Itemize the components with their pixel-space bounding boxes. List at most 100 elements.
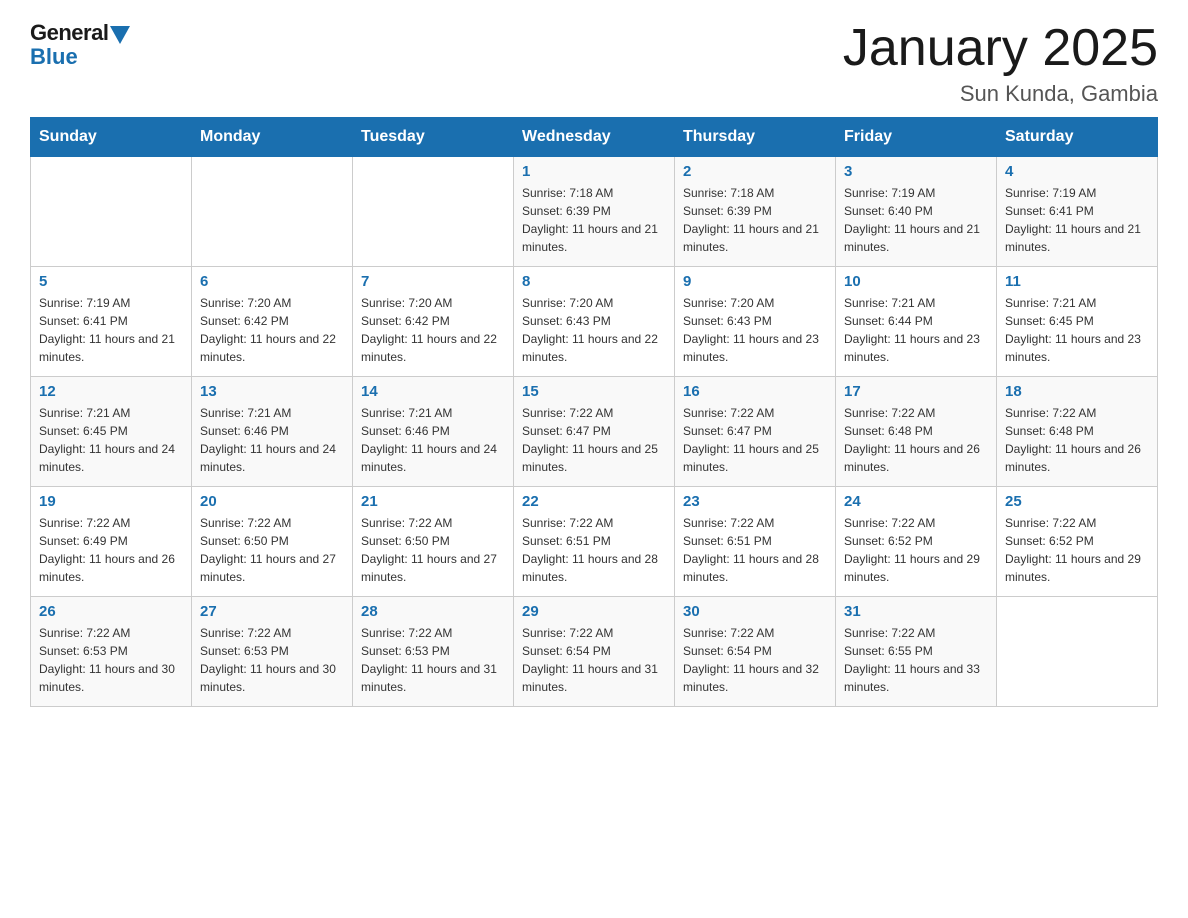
day-info: Sunrise: 7:18 AM Sunset: 6:39 PM Dayligh… xyxy=(522,184,666,256)
calendar-cell: 20Sunrise: 7:22 AM Sunset: 6:50 PM Dayli… xyxy=(192,487,353,597)
day-number: 19 xyxy=(39,493,183,510)
day-info: Sunrise: 7:22 AM Sunset: 6:48 PM Dayligh… xyxy=(1005,404,1149,476)
day-number: 9 xyxy=(683,273,827,290)
day-info: Sunrise: 7:22 AM Sunset: 6:50 PM Dayligh… xyxy=(200,514,344,586)
calendar-week-row: 5 Sunrise: 7:19 AM Sunset: 6:41 PM Daylig… xyxy=(31,267,1158,377)
day-info: Sunrise: 7:22 AM Sunset: 6:52 PM Dayligh… xyxy=(1005,514,1149,586)
calendar-cell: 17 Sunrise: 7:22 AM Sunset: 6:48 PM Dayli… xyxy=(836,377,997,487)
calendar-title: January 2025 xyxy=(843,20,1158,77)
day-info: Sunrise: 7:21 AM Sunset: 6:46 PM Dayligh… xyxy=(361,404,505,476)
calendar-cell: 16 Sunrise: 7:22 AM Sunset: 6:47 PM Dayli… xyxy=(675,377,836,487)
day-number: 5 xyxy=(39,273,183,290)
day-number: 28 xyxy=(361,603,505,620)
calendar-cell: 19Sunrise: 7:22 AM Sunset: 6:49 PM Dayli… xyxy=(31,487,192,597)
day-number: 15 xyxy=(522,383,666,400)
calendar-cell: 11Sunrise: 7:21 AM Sunset: 6:45 PM Dayli… xyxy=(997,267,1158,377)
calendar-cell: 21 Sunrise: 7:22 AM Sunset: 6:50 PM Dayli… xyxy=(353,487,514,597)
day-info: Sunrise: 7:19 AM Sunset: 6:40 PM Dayligh… xyxy=(844,184,988,256)
day-number: 23 xyxy=(683,493,827,510)
day-info: Sunrise: 7:21 AM Sunset: 6:45 PM Dayligh… xyxy=(1005,294,1149,366)
day-number: 8 xyxy=(522,273,666,290)
day-info: Sunrise: 7:22 AM Sunset: 6:52 PM Dayligh… xyxy=(844,514,988,586)
calendar-cell: 27Sunrise: 7:22 AM Sunset: 6:53 PM Dayli… xyxy=(192,597,353,707)
logo-triangle-icon xyxy=(110,26,130,44)
calendar-week-row: 1Sunrise: 7:18 AM Sunset: 6:39 PM Daylig… xyxy=(31,157,1158,267)
calendar-cell xyxy=(997,597,1158,707)
day-info: Sunrise: 7:22 AM Sunset: 6:51 PM Dayligh… xyxy=(683,514,827,586)
calendar-cell: 13Sunrise: 7:21 AM Sunset: 6:46 PM Dayli… xyxy=(192,377,353,487)
day-number: 25 xyxy=(1005,493,1149,510)
calendar-cell: 9 Sunrise: 7:20 AM Sunset: 6:43 PM Daylig… xyxy=(675,267,836,377)
day-info: Sunrise: 7:20 AM Sunset: 6:42 PM Dayligh… xyxy=(361,294,505,366)
day-number: 12 xyxy=(39,383,183,400)
calendar-cell: 31 Sunrise: 7:22 AM Sunset: 6:55 PM Dayli… xyxy=(836,597,997,707)
day-info: Sunrise: 7:20 AM Sunset: 6:42 PM Dayligh… xyxy=(200,294,344,366)
day-info: Sunrise: 7:21 AM Sunset: 6:45 PM Dayligh… xyxy=(39,404,183,476)
calendar-cell: 26 Sunrise: 7:22 AM Sunset: 6:53 PM Dayli… xyxy=(31,597,192,707)
day-info: Sunrise: 7:22 AM Sunset: 6:55 PM Dayligh… xyxy=(844,624,988,696)
day-number: 22 xyxy=(522,493,666,510)
calendar-cell: 2 Sunrise: 7:18 AM Sunset: 6:39 PM Daylig… xyxy=(675,157,836,267)
calendar-cell: 25 Sunrise: 7:22 AM Sunset: 6:52 PM Dayli… xyxy=(997,487,1158,597)
day-info: Sunrise: 7:20 AM Sunset: 6:43 PM Dayligh… xyxy=(522,294,666,366)
day-number: 17 xyxy=(844,383,988,400)
calendar-cell xyxy=(192,157,353,267)
day-of-week-header: Sunday xyxy=(31,118,192,157)
day-number: 21 xyxy=(361,493,505,510)
calendar-cell: 15Sunrise: 7:22 AM Sunset: 6:47 PM Dayli… xyxy=(514,377,675,487)
calendar-week-row: 19Sunrise: 7:22 AM Sunset: 6:49 PM Dayli… xyxy=(31,487,1158,597)
day-info: Sunrise: 7:22 AM Sunset: 6:53 PM Dayligh… xyxy=(39,624,183,696)
day-info: Sunrise: 7:19 AM Sunset: 6:41 PM Dayligh… xyxy=(1005,184,1149,256)
day-number: 4 xyxy=(1005,163,1149,180)
day-info: Sunrise: 7:22 AM Sunset: 6:47 PM Dayligh… xyxy=(683,404,827,476)
day-of-week-header: Tuesday xyxy=(353,118,514,157)
logo-general-text: General xyxy=(30,20,108,46)
day-info: Sunrise: 7:20 AM Sunset: 6:43 PM Dayligh… xyxy=(683,294,827,366)
calendar-cell: 12 Sunrise: 7:21 AM Sunset: 6:45 PM Dayli… xyxy=(31,377,192,487)
day-number: 30 xyxy=(683,603,827,620)
day-info: Sunrise: 7:18 AM Sunset: 6:39 PM Dayligh… xyxy=(683,184,827,256)
day-info: Sunrise: 7:22 AM Sunset: 6:48 PM Dayligh… xyxy=(844,404,988,476)
calendar-cell: 6 Sunrise: 7:20 AM Sunset: 6:42 PM Daylig… xyxy=(192,267,353,377)
calendar-cell xyxy=(353,157,514,267)
calendar-cell: 23 Sunrise: 7:22 AM Sunset: 6:51 PM Dayli… xyxy=(675,487,836,597)
day-number: 6 xyxy=(200,273,344,290)
logo: General Blue xyxy=(30,20,130,70)
calendar-cell: 18Sunrise: 7:22 AM Sunset: 6:48 PM Dayli… xyxy=(997,377,1158,487)
day-number: 14 xyxy=(361,383,505,400)
day-number: 13 xyxy=(200,383,344,400)
day-number: 26 xyxy=(39,603,183,620)
day-info: Sunrise: 7:22 AM Sunset: 6:54 PM Dayligh… xyxy=(522,624,666,696)
day-info: Sunrise: 7:22 AM Sunset: 6:50 PM Dayligh… xyxy=(361,514,505,586)
calendar-week-row: 12 Sunrise: 7:21 AM Sunset: 6:45 PM Dayli… xyxy=(31,377,1158,487)
day-of-week-header: Friday xyxy=(836,118,997,157)
day-number: 29 xyxy=(522,603,666,620)
day-info: Sunrise: 7:22 AM Sunset: 6:53 PM Dayligh… xyxy=(361,624,505,696)
day-number: 10 xyxy=(844,273,988,290)
title-area: January 2025 Sun Kunda, Gambia xyxy=(843,20,1158,107)
day-number: 2 xyxy=(683,163,827,180)
calendar-cell: 10 Sunrise: 7:21 AM Sunset: 6:44 PM Dayli… xyxy=(836,267,997,377)
calendar-cell xyxy=(31,157,192,267)
calendar-cell: 4 Sunrise: 7:19 AM Sunset: 6:41 PM Daylig… xyxy=(997,157,1158,267)
calendar-cell: 28 Sunrise: 7:22 AM Sunset: 6:53 PM Dayli… xyxy=(353,597,514,707)
day-info: Sunrise: 7:21 AM Sunset: 6:44 PM Dayligh… xyxy=(844,294,988,366)
calendar-cell: 24 Sunrise: 7:22 AM Sunset: 6:52 PM Dayli… xyxy=(836,487,997,597)
day-of-week-header: Wednesday xyxy=(514,118,675,157)
day-of-week-header: Saturday xyxy=(997,118,1158,157)
calendar-cell: 3Sunrise: 7:19 AM Sunset: 6:40 PM Daylig… xyxy=(836,157,997,267)
calendar-cell: 5 Sunrise: 7:19 AM Sunset: 6:41 PM Daylig… xyxy=(31,267,192,377)
day-info: Sunrise: 7:19 AM Sunset: 6:41 PM Dayligh… xyxy=(39,294,183,366)
calendar-subtitle: Sun Kunda, Gambia xyxy=(843,81,1158,107)
day-of-week-header: Monday xyxy=(192,118,353,157)
day-number: 24 xyxy=(844,493,988,510)
page-header: General Blue January 2025 Sun Kunda, Gam… xyxy=(30,20,1158,107)
day-number: 16 xyxy=(683,383,827,400)
day-number: 31 xyxy=(844,603,988,620)
calendar-cell: 7Sunrise: 7:20 AM Sunset: 6:42 PM Daylig… xyxy=(353,267,514,377)
calendar-cell: 8 Sunrise: 7:20 AM Sunset: 6:43 PM Daylig… xyxy=(514,267,675,377)
day-info: Sunrise: 7:22 AM Sunset: 6:53 PM Dayligh… xyxy=(200,624,344,696)
day-of-week-header: Thursday xyxy=(675,118,836,157)
calendar-cell: 30Sunrise: 7:22 AM Sunset: 6:54 PM Dayli… xyxy=(675,597,836,707)
calendar-table: SundayMondayTuesdayWednesdayThursdayFrid… xyxy=(30,117,1158,707)
